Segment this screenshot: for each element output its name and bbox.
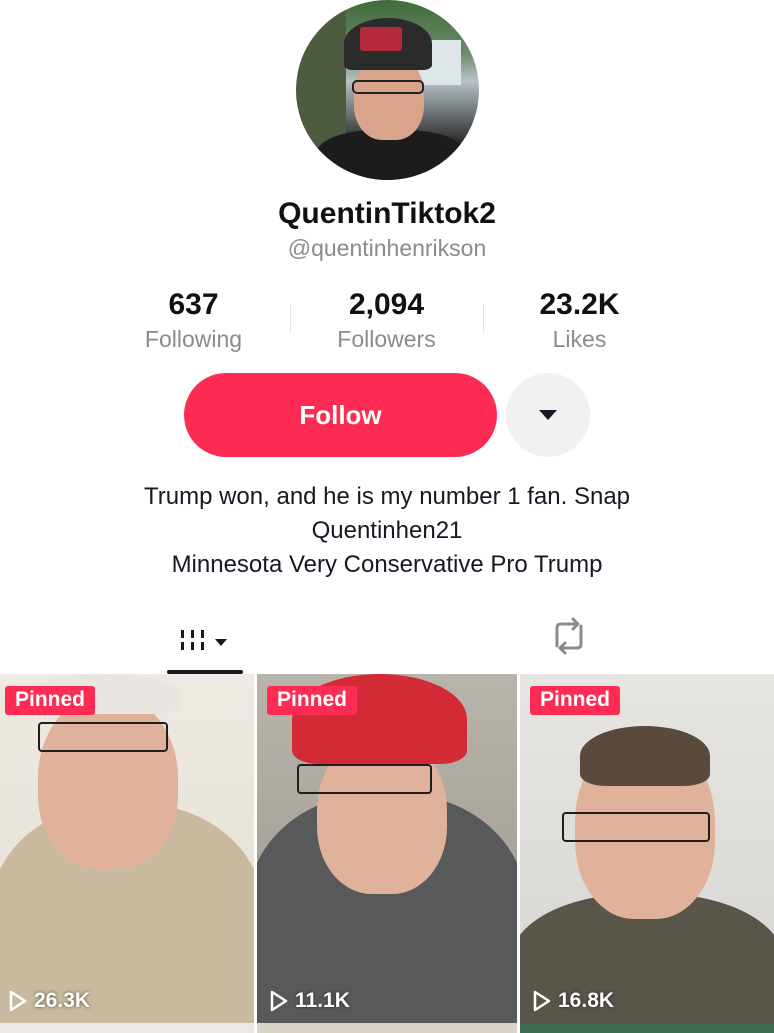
profile-avatar[interactable]	[296, 0, 479, 180]
video-grid-icon	[181, 630, 227, 650]
play-icon	[270, 990, 288, 1012]
pinned-badge: Pinned	[267, 686, 358, 715]
play-icon	[533, 990, 551, 1012]
caret-down-icon	[539, 410, 557, 420]
stat-following[interactable]: 637 Following	[97, 288, 290, 353]
stat-followers[interactable]: 2,094 Followers	[290, 288, 483, 353]
display-name: QuentinTiktok2	[278, 197, 496, 230]
thumbnail-face	[38, 694, 178, 869]
thumbnail-glasses	[38, 722, 168, 752]
repost-icon	[555, 617, 583, 655]
tab-videos[interactable]	[167, 612, 243, 676]
video-thumbnail[interactable]: Pinned 11.1K	[257, 674, 517, 1023]
video-grid: Pinned 26.3K Pinned 11.1K Pinned 16.8K	[0, 674, 774, 1033]
followers-label: Followers	[337, 326, 436, 352]
more-options-button[interactable]	[506, 373, 590, 457]
next-row-thumbnail	[520, 1023, 774, 1033]
video-thumbnail[interactable]: Pinned 26.3K	[0, 674, 254, 1023]
thumbnail-glasses	[297, 764, 432, 794]
view-count: 26.3K	[8, 989, 90, 1013]
view-count-value: 26.3K	[34, 989, 91, 1012]
profile-stats: 637 Following 2,094 Followers 23.2K Like…	[97, 288, 677, 358]
pinned-badge: Pinned	[5, 686, 96, 715]
likes-label: Likes	[552, 326, 607, 352]
pinned-badge: Pinned	[530, 686, 621, 715]
play-icon	[9, 990, 27, 1012]
thumbnail-hair	[580, 726, 710, 786]
next-row-thumbnail	[257, 1023, 517, 1033]
avatar-cap-logo	[360, 27, 402, 51]
username-handle: @quentinhenrikson	[287, 235, 487, 261]
bio: Trump won, and he is my number 1 fan. Sn…	[0, 480, 774, 582]
view-count-value: 16.8K	[558, 989, 615, 1012]
view-count: 16.8K	[532, 989, 614, 1013]
next-row-thumbnail	[0, 1023, 254, 1033]
view-count-value: 11.1K	[295, 989, 350, 1012]
likes-count: 23.2K	[539, 288, 620, 321]
bio-line: Trump won, and he is my number 1 fan. Sn…	[143, 483, 631, 510]
view-count: 11.1K	[269, 989, 350, 1013]
following-count: 637	[168, 288, 219, 321]
thumbnail-glasses	[562, 812, 710, 842]
following-label: Following	[144, 326, 243, 352]
bio-line: Minnesota Very Conservative Pro Trump	[171, 551, 603, 578]
video-thumbnail[interactable]: Pinned 16.8K	[520, 674, 774, 1023]
avatar-glasses	[352, 80, 424, 94]
follow-button[interactable]: Follow	[184, 373, 497, 457]
tab-reposts[interactable]	[541, 612, 597, 660]
bio-line: Quentinhen21	[311, 517, 463, 544]
stat-likes[interactable]: 23.2K Likes	[483, 288, 676, 353]
followers-count: 2,094	[348, 288, 425, 321]
